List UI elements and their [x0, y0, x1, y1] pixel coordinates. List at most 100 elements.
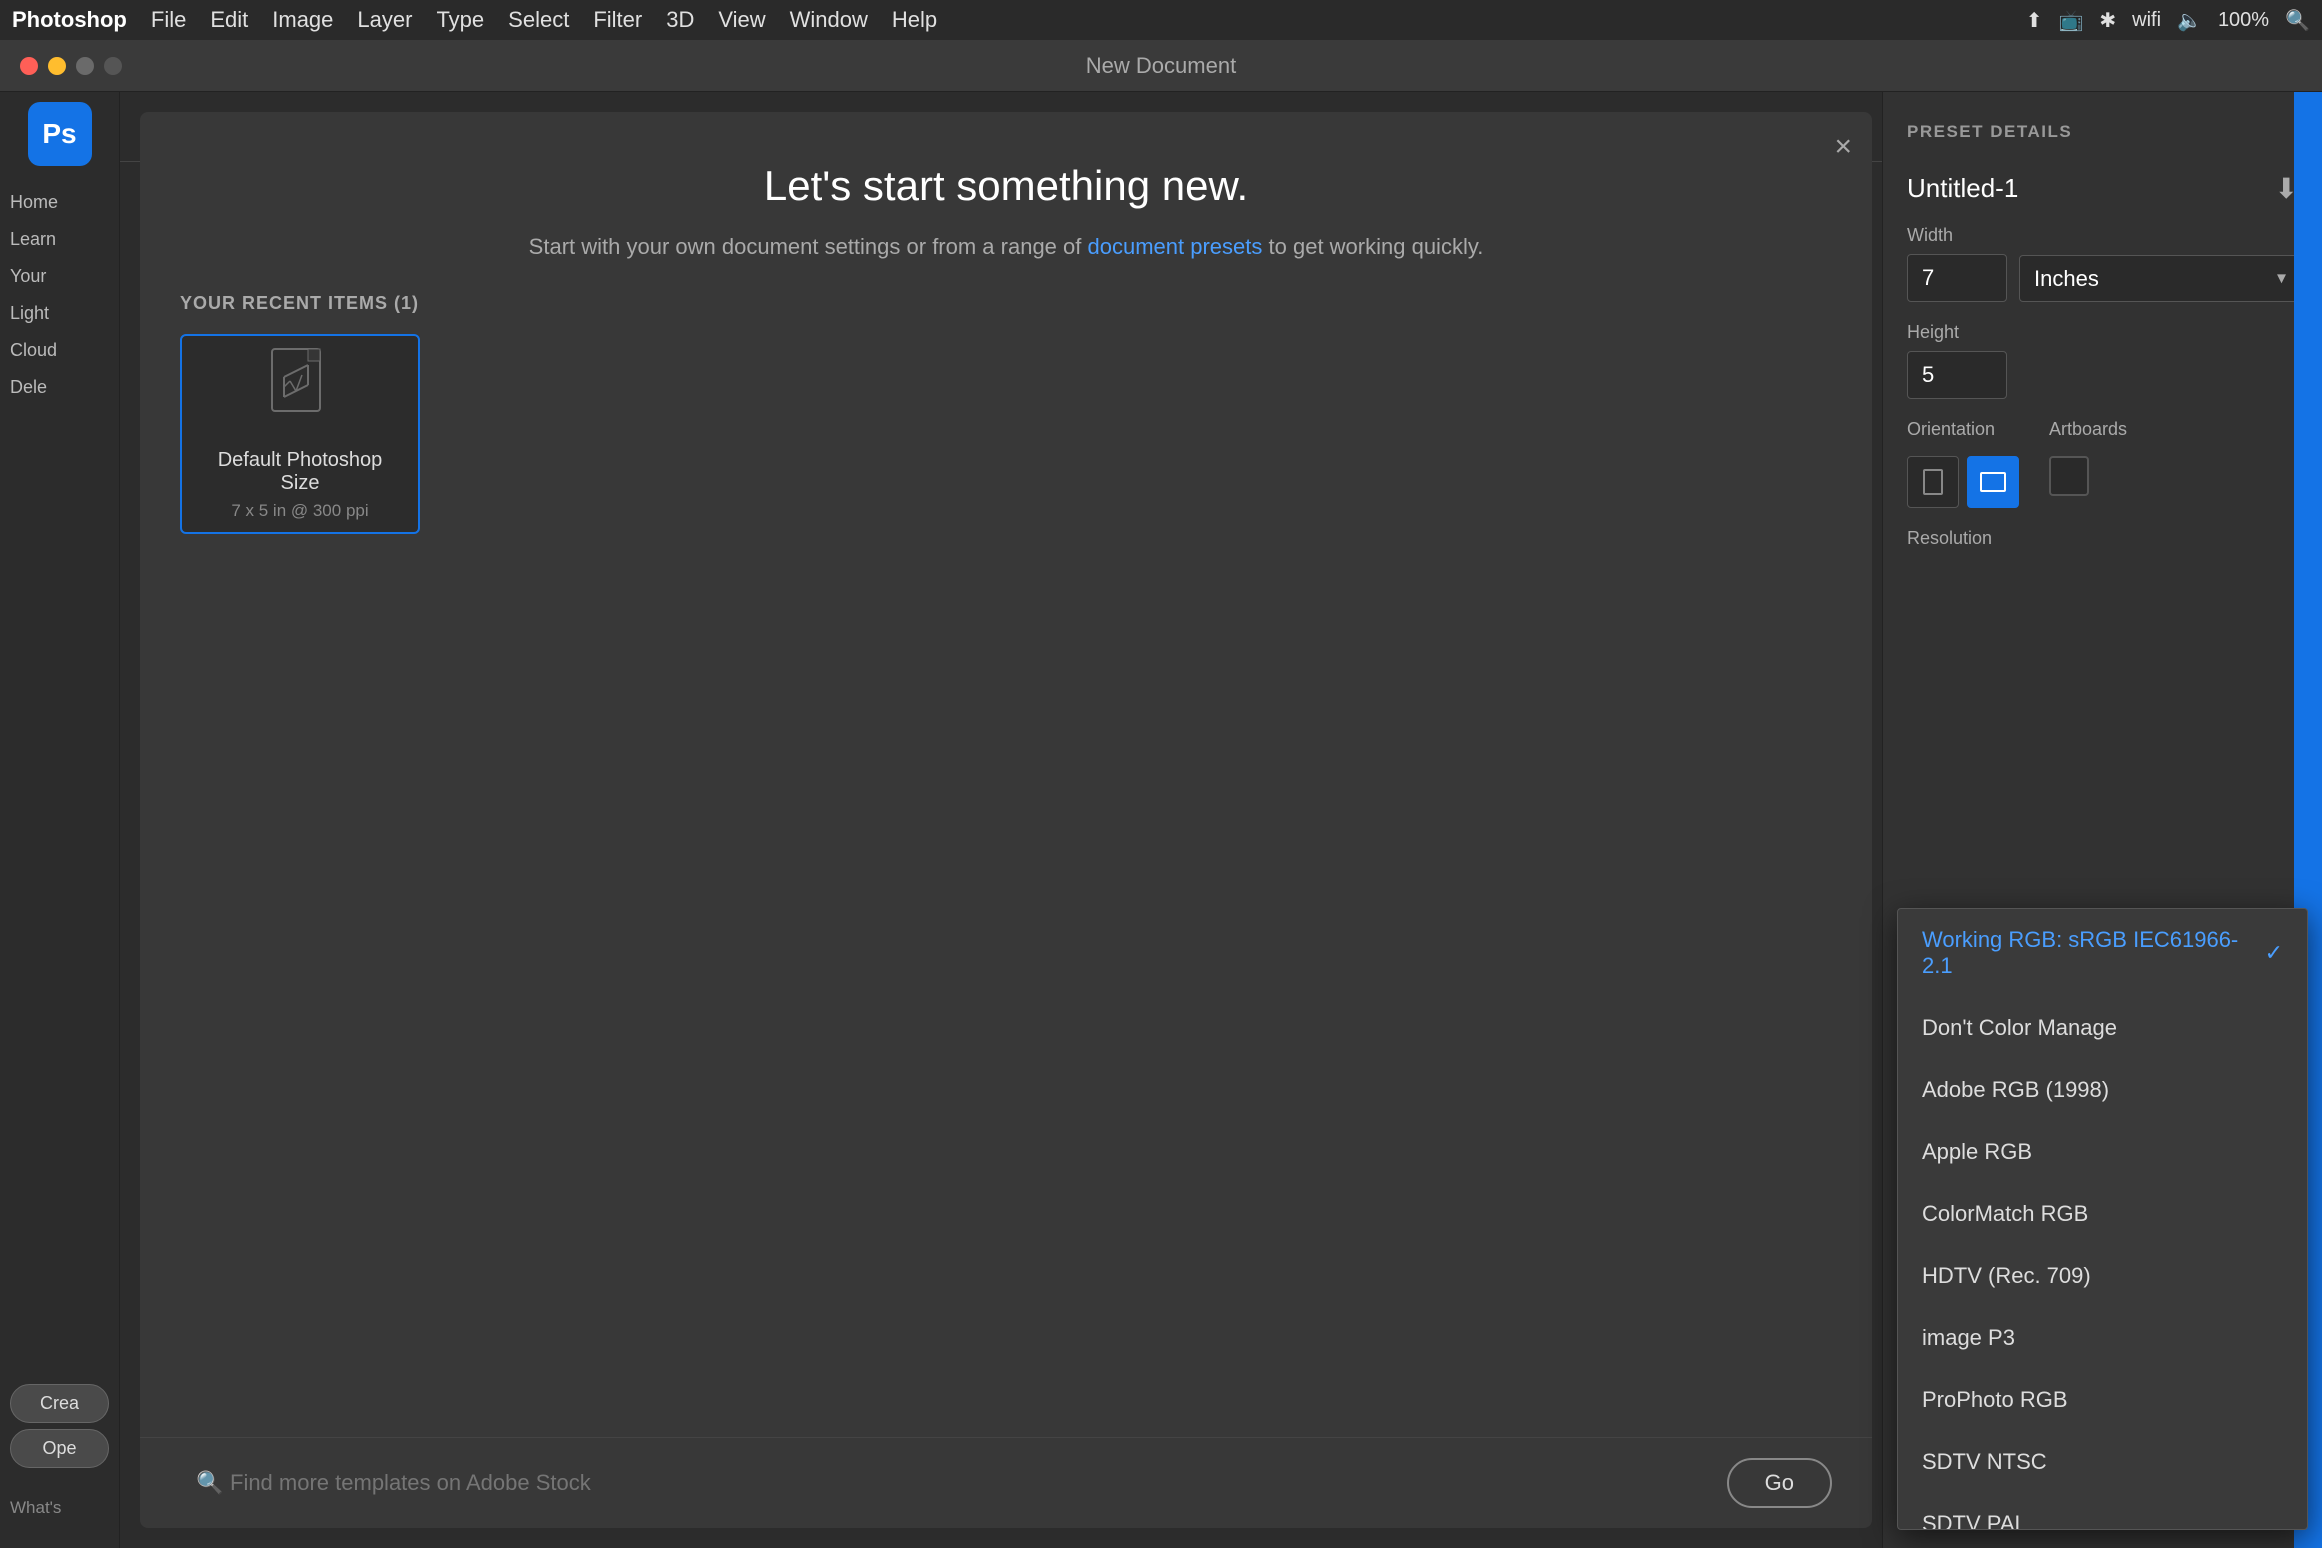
- sidebar-bottom: Crea Ope What's: [0, 1378, 119, 1548]
- open-button[interactable]: Ope: [10, 1429, 109, 1468]
- check-icon: ✓: [2265, 940, 2283, 966]
- menu-view[interactable]: View: [718, 7, 765, 33]
- document-presets-link[interactable]: document presets: [1088, 234, 1263, 259]
- sidebar-item-learn[interactable]: Learn: [0, 223, 119, 256]
- menu-layer[interactable]: Layer: [357, 7, 412, 33]
- menu-help[interactable]: Help: [892, 7, 937, 33]
- wifi-icon: wifi: [2132, 9, 2161, 32]
- menu-bar: Photoshop File Edit Image Layer Type Sel…: [0, 0, 2322, 40]
- sidebar: Ps Home Learn Your Light Cloud Dele Crea…: [0, 92, 120, 1548]
- dropdown-item-0[interactable]: Working RGB: sRGB IEC61966-2.1 ✓: [1898, 909, 2307, 997]
- dropdown-scroll[interactable]: Working RGB: sRGB IEC61966-2.1 ✓ Don't C…: [1898, 909, 2307, 1529]
- recent-item-name: Default Photoshop Size: [202, 449, 398, 495]
- artboards-label: Artboards: [2049, 419, 2127, 440]
- resolution-area: Resolution Working RGB: sRGB IEC61966-2.…: [1907, 528, 2298, 557]
- dropdown-item-2[interactable]: Adobe RGB (1998): [1898, 1059, 2307, 1121]
- preset-name-row: ⬇: [1907, 172, 2298, 205]
- whats-new-label: What's: [0, 1488, 119, 1528]
- search-icon[interactable]: 🔍: [2285, 8, 2310, 33]
- ps-window: New Document Ps Home Learn Your Light Cl…: [0, 40, 2322, 1548]
- dropdown-item-7[interactable]: ProPhoto RGB: [1898, 1369, 2307, 1431]
- bluetooth-icon: ✱: [2099, 8, 2116, 33]
- dialog-overlay: × Let's start something new. Start with …: [120, 92, 2322, 1548]
- search-icon: 🔍: [196, 1470, 223, 1496]
- right-panel: PRESET DETAILS ⬇ Width Inches: [1882, 92, 2322, 1548]
- sidebar-item-dele[interactable]: Dele: [0, 371, 119, 404]
- app-name: Photoshop: [12, 7, 127, 33]
- search-input[interactable]: [180, 1460, 1711, 1506]
- main-panel: 🕐 Recent Saved Photo Print Art & Illustr…: [120, 92, 2322, 1548]
- unit-select[interactable]: Inches Pixels Centimeters Millimeters: [2019, 255, 2298, 302]
- menu-select[interactable]: Select: [508, 7, 569, 33]
- sidebar-item-home[interactable]: Home: [0, 186, 119, 219]
- dialog-subtitle-end: to get working quickly.: [1269, 234, 1484, 259]
- width-row: Inches Pixels Centimeters Millimeters ▾: [1907, 254, 2298, 302]
- resolution-label: Resolution: [1907, 528, 2298, 549]
- dialog-header: Let's start something new. Start with yo…: [140, 112, 1872, 293]
- width-field: Width Inches Pixels Centimeters Millimet…: [1907, 225, 2298, 302]
- search-bar: 🔍 Go: [140, 1437, 1872, 1528]
- recent-item-size: 7 x 5 in @ 300 ppi: [231, 501, 368, 521]
- dialog-main: × Let's start something new. Start with …: [140, 112, 1872, 1528]
- height-row: [1907, 351, 2298, 399]
- width-label: Width: [1907, 225, 2298, 246]
- recent-items-label: YOUR RECENT ITEMS (1): [180, 293, 1832, 314]
- dialog-subtitle: Start with your own document settings or…: [180, 230, 1832, 263]
- dropdown-item-5[interactable]: HDTV (Rec. 709): [1898, 1245, 2307, 1307]
- artboards-section: Artboards: [2049, 419, 2127, 508]
- search-go-button[interactable]: Go: [1727, 1458, 1832, 1508]
- sidebar-item-cloud[interactable]: Cloud: [0, 334, 119, 367]
- menu-right-icons: ⬆ 📺 ✱ wifi 🔈 100% 🔍: [2026, 8, 2310, 33]
- portrait-button[interactable]: [1907, 456, 1959, 508]
- menu-window[interactable]: Window: [790, 7, 868, 33]
- sidebar-item-your[interactable]: Your: [0, 260, 119, 293]
- color-profile-dropdown: Working RGB: sRGB IEC61966-2.1 ✓ Don't C…: [1897, 908, 2308, 1530]
- orientation-label: Orientation: [1907, 419, 2019, 440]
- create-button[interactable]: Crea: [10, 1384, 109, 1423]
- dropdown-item-9[interactable]: SDTV PAL: [1898, 1493, 2307, 1529]
- orientation-section: Orientation: [1907, 419, 2019, 508]
- height-field: Height: [1907, 322, 2298, 399]
- width-input[interactable]: [1907, 254, 2007, 302]
- extra-button: [104, 57, 122, 75]
- cast-icon[interactable]: 📺: [2058, 8, 2083, 33]
- recent-grid: Default Photoshop Size 7 x 5 in @ 300 pp…: [180, 334, 1832, 534]
- orientation-artboards: Orientation: [1907, 419, 2298, 508]
- recent-section: YOUR RECENT ITEMS (1): [140, 293, 1872, 1437]
- file-icon: [270, 347, 330, 433]
- dropdown-item-1[interactable]: Don't Color Manage: [1898, 997, 2307, 1059]
- preset-name-input[interactable]: [1907, 173, 2265, 204]
- upload-icon[interactable]: ⬆: [2026, 8, 2043, 33]
- traffic-lights: [20, 57, 122, 75]
- dialog-close-button[interactable]: ×: [1834, 132, 1852, 162]
- menu-edit[interactable]: Edit: [210, 7, 248, 33]
- window-title: New Document: [1086, 53, 1236, 79]
- menu-type[interactable]: Type: [436, 7, 484, 33]
- menu-image[interactable]: Image: [272, 7, 333, 33]
- dialog-subtitle-text: Start with your own document settings or…: [529, 234, 1082, 259]
- menu-3d[interactable]: 3D: [666, 7, 694, 33]
- title-bar: New Document: [0, 40, 2322, 92]
- dropdown-item-4[interactable]: ColorMatch RGB: [1898, 1183, 2307, 1245]
- recent-item[interactable]: Default Photoshop Size 7 x 5 in @ 300 pp…: [180, 334, 420, 534]
- height-input[interactable]: [1907, 351, 2007, 399]
- artboards-checkbox[interactable]: [2049, 456, 2089, 496]
- dropdown-item-3[interactable]: Apple RGB: [1898, 1121, 2307, 1183]
- landscape-button[interactable]: [1967, 456, 2019, 508]
- content-area: Ps Home Learn Your Light Cloud Dele Crea…: [0, 92, 2322, 1548]
- minimize-button[interactable]: [48, 57, 66, 75]
- volume-icon[interactable]: 🔈: [2177, 8, 2202, 33]
- menu-filter[interactable]: Filter: [593, 7, 642, 33]
- ps-logo: Ps: [28, 102, 92, 166]
- unit-select-wrap: Inches Pixels Centimeters Millimeters ▾: [2019, 255, 2298, 302]
- search-input-wrap: 🔍: [180, 1460, 1711, 1506]
- close-button[interactable]: [20, 57, 38, 75]
- fullscreen-button[interactable]: [76, 57, 94, 75]
- dropdown-item-6[interactable]: image P3: [1898, 1307, 2307, 1369]
- sidebar-item-light[interactable]: Light: [0, 297, 119, 330]
- battery-percent: 100%: [2218, 9, 2269, 32]
- dropdown-item-8[interactable]: SDTV NTSC: [1898, 1431, 2307, 1493]
- preset-details-label: PRESET DETAILS: [1907, 122, 2298, 142]
- menu-file[interactable]: File: [151, 7, 186, 33]
- height-label: Height: [1907, 322, 2298, 343]
